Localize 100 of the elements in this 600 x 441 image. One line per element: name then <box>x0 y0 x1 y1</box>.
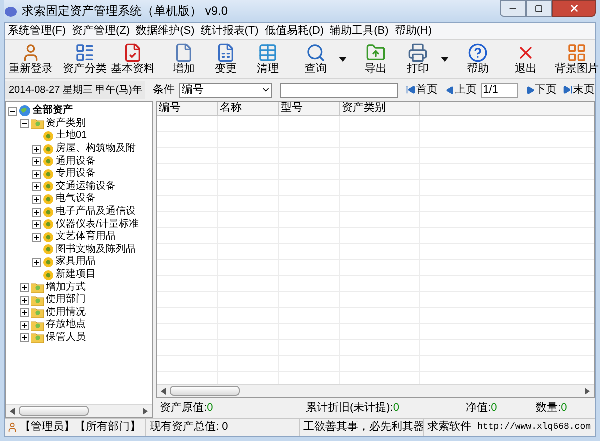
menu-item[interactable]: 低值易耗(D) <box>262 22 328 40</box>
tree-item[interactable]: 保管人员 <box>46 332 86 344</box>
summary-value: 0 <box>491 400 498 416</box>
tree-item[interactable]: 电气设备 <box>56 193 96 206</box>
folder-icon <box>31 332 44 344</box>
tree-item[interactable]: 存放地点 <box>46 319 86 332</box>
toolbar-button[interactable]: 帮助 <box>457 40 499 78</box>
last-page-button[interactable]: 末页 <box>563 82 595 98</box>
tree-item[interactable]: 通用设备 <box>56 156 96 168</box>
scroll-thumb[interactable] <box>170 386 240 396</box>
expand-toggle[interactable] <box>32 220 41 230</box>
toolbar-button[interactable]: 打印 <box>397 40 451 78</box>
tree-item[interactable]: 新建项目 <box>56 269 96 282</box>
expand-toggle[interactable] <box>20 308 29 318</box>
summary-label: 累计折旧(未计提): <box>306 400 394 416</box>
tree-item[interactable]: 文艺体育用品 <box>56 231 116 244</box>
horizontal-scrollbar[interactable] <box>157 384 594 397</box>
scroll-left-icon[interactable] <box>161 388 166 394</box>
window-title: 求索固定资产管理系统（单机版） v9.0 <box>22 3 228 20</box>
tree-item[interactable]: 土地01 <box>56 130 88 142</box>
menu-item[interactable]: 系统管理(F) <box>5 22 70 40</box>
summary-value: 0 <box>207 400 214 416</box>
company-name: 求索软件 <box>428 420 472 436</box>
folder-icon <box>31 320 44 331</box>
tree-item[interactable]: 交通运输设备 <box>56 180 116 193</box>
toolbar-button[interactable]: 变更 <box>205 40 247 78</box>
expand-toggle[interactable] <box>32 194 41 204</box>
tree-item[interactable]: 专用设备 <box>56 168 96 180</box>
close-icon <box>568 3 580 14</box>
toolbar-button[interactable]: 清理 <box>247 40 289 78</box>
scroll-thumb[interactable] <box>19 406 89 416</box>
collapse-toggle[interactable] <box>20 119 29 128</box>
folder-icon <box>31 282 44 294</box>
summary-label: 净值: <box>466 400 492 416</box>
folder-icon <box>31 307 44 318</box>
column-header[interactable]: 名称 <box>218 102 279 115</box>
tree-item[interactable]: 图书文物及陈列品 <box>56 244 136 256</box>
column-header[interactable]: 资产类别 <box>340 102 420 115</box>
maximize-button[interactable] <box>526 0 552 17</box>
toolbar-button[interactable]: 退出 <box>505 40 547 78</box>
tree-item[interactable]: 全部资产 <box>33 105 73 118</box>
toolbar-button[interactable]: 重新登录 <box>7 40 55 78</box>
maximize-icon <box>535 4 543 12</box>
expand-toggle[interactable] <box>20 283 29 292</box>
collapse-toggle[interactable] <box>8 106 17 116</box>
tree-item[interactable]: 增加方式 <box>46 282 86 294</box>
menu-item[interactable]: 数据维护(S) <box>133 22 198 40</box>
toolbar-button[interactable]: 导出 <box>355 40 397 78</box>
toolbar-button[interactable]: 查询 <box>295 40 349 78</box>
first-page-icon <box>406 85 416 95</box>
tree-item[interactable]: 房屋、构筑物及附 <box>56 143 136 156</box>
first-page-button[interactable]: 首页 <box>406 82 438 98</box>
condition-dropdown[interactable]: 编号 <box>179 82 272 98</box>
toolbar-button[interactable]: 增加 <box>163 40 205 78</box>
column-header[interactable]: 型号 <box>279 102 340 115</box>
total-status: 现有资产总值: 0 <box>145 419 297 436</box>
expand-toggle[interactable] <box>32 144 41 154</box>
expand-toggle[interactable] <box>32 170 41 179</box>
tree-item[interactable]: 使用情况 <box>46 306 86 319</box>
search-icon <box>306 42 326 62</box>
menu-item[interactable]: 资产管理(Z) <box>69 22 134 40</box>
scroll-right-icon[interactable] <box>585 388 590 394</box>
horizontal-scrollbar[interactable] <box>6 404 152 417</box>
person-icon <box>7 422 18 433</box>
search-field[interactable] <box>280 82 398 98</box>
expand-toggle[interactable] <box>20 296 29 305</box>
condition-label: 条件 <box>153 82 175 98</box>
dropdown-caret-icon[interactable] <box>339 56 347 62</box>
toolbar-button[interactable]: 背景图片 <box>553 40 600 78</box>
scroll-right-icon[interactable] <box>143 408 148 414</box>
expand-toggle[interactable] <box>20 333 29 342</box>
expand-toggle[interactable] <box>32 182 41 192</box>
menu-item[interactable]: 帮助(H) <box>392 22 436 40</box>
menu-item[interactable]: 统计报表(T) <box>198 22 262 40</box>
tree-item[interactable]: 家具用品 <box>56 256 96 268</box>
dropdown-caret-icon[interactable] <box>441 56 449 62</box>
next-page-button[interactable]: 下页 <box>526 82 557 98</box>
tree-item[interactable]: 电子产品及通信设 <box>56 206 136 218</box>
globe-icon <box>19 105 31 118</box>
expand-toggle[interactable] <box>32 157 41 166</box>
scroll-left-icon[interactable] <box>10 408 15 414</box>
expand-toggle[interactable] <box>32 258 41 267</box>
toolbar-button[interactable]: 资产分类 <box>61 40 109 78</box>
expand-toggle[interactable] <box>20 320 29 330</box>
tree-item[interactable]: 使用部门 <box>46 294 86 306</box>
menu-item[interactable]: 辅助工具(B) <box>327 22 392 40</box>
website-url[interactable]: http://www.xlq668.com <box>478 420 591 434</box>
summary-label: 数量: <box>536 400 562 416</box>
tree-item[interactable]: 资产类别 <box>46 118 86 130</box>
spreadsheet-icon <box>216 42 236 62</box>
previous-page-button[interactable]: 上页 <box>446 82 478 98</box>
close-button[interactable] <box>552 0 596 17</box>
next-page-icon <box>526 86 535 94</box>
page-field[interactable]: 1/1 <box>481 82 518 98</box>
expand-toggle[interactable] <box>32 208 41 217</box>
previous-page-icon <box>446 86 456 94</box>
column-header[interactable]: 编号 <box>157 102 218 115</box>
tree-item[interactable]: 仪器仪表/计量标准 <box>56 218 139 231</box>
toolbar-button[interactable]: 基本资料 <box>109 40 157 78</box>
expand-toggle[interactable] <box>32 232 41 242</box>
